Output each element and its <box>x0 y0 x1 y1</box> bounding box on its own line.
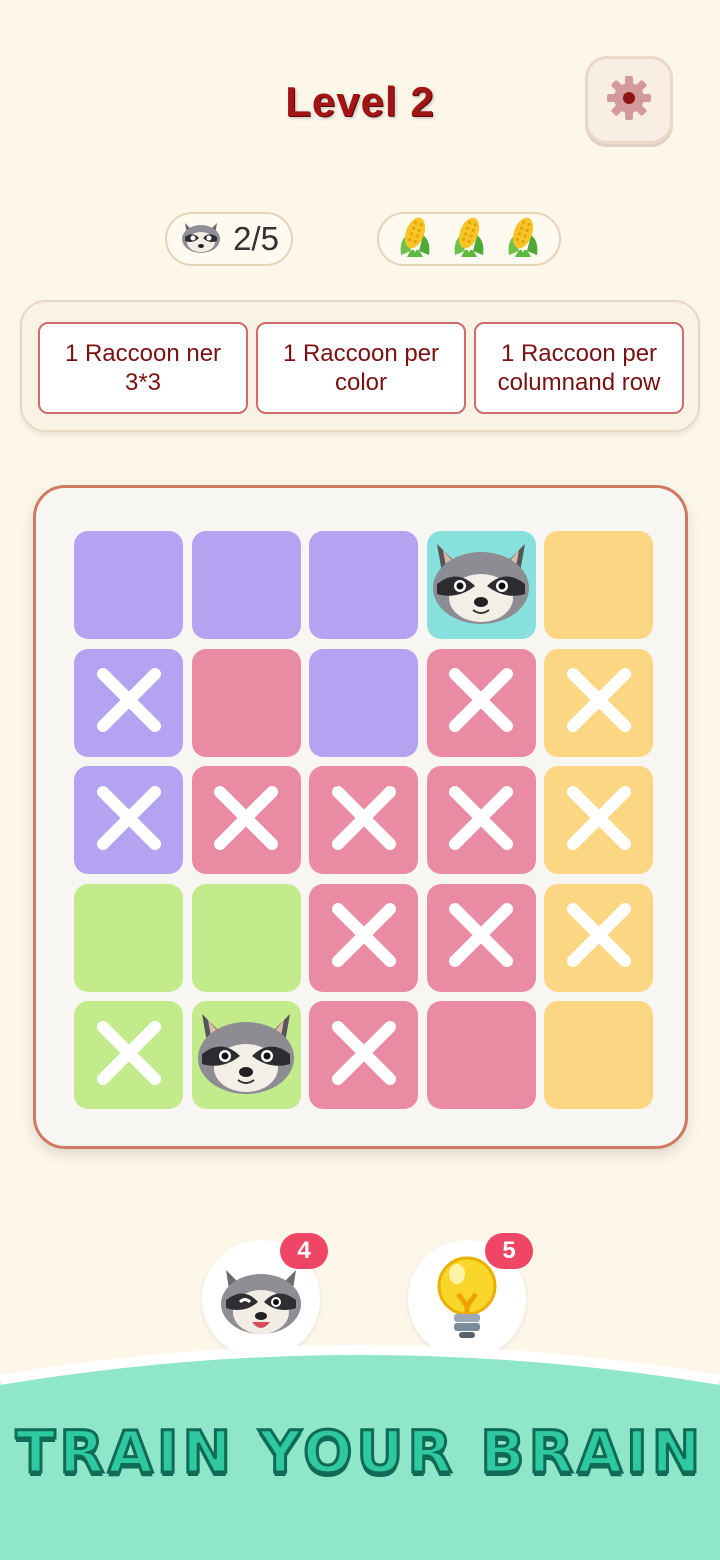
board-cell[interactable] <box>191 648 301 757</box>
raccoon-hint-count: 4 <box>280 1233 328 1269</box>
gear-icon <box>604 73 654 128</box>
progress-count: 2/5 <box>233 220 279 257</box>
raccoon-progress: 2/5 <box>165 212 293 266</box>
cross-mark-icon <box>91 662 167 743</box>
footer-tagline: TRAIN YOUR BRAIN <box>14 1417 705 1488</box>
board-cell[interactable] <box>74 766 183 874</box>
board-cell[interactable] <box>191 1001 301 1109</box>
board-cell[interactable] <box>309 648 418 757</box>
cross-mark-icon <box>443 662 519 743</box>
board-cell[interactable] <box>544 883 653 992</box>
cross-mark-icon <box>443 780 519 861</box>
rule-card: 1 Raccoon per columnand row <box>474 322 684 414</box>
board-cell[interactable] <box>74 531 183 639</box>
board-cell[interactable] <box>191 531 301 639</box>
board-cell[interactable] <box>426 1001 536 1109</box>
raccoon-icon <box>429 538 533 633</box>
board-cell[interactable] <box>309 1001 418 1109</box>
board-cell[interactable] <box>544 766 653 874</box>
board-cell[interactable] <box>426 766 536 874</box>
cross-mark-icon <box>561 897 637 978</box>
cross-mark-icon <box>561 662 637 743</box>
rules-panel: 1 Raccoon ner 3*3 1 Raccoon per color 1 … <box>20 300 700 432</box>
board-cell[interactable] <box>309 883 418 992</box>
board-cell[interactable] <box>544 531 653 639</box>
corn-icon <box>505 215 541 264</box>
corn-icon <box>451 215 487 264</box>
corn-icon <box>397 215 433 264</box>
board-cell[interactable] <box>544 1001 653 1109</box>
rule-card: 1 Raccoon ner 3*3 <box>38 322 248 414</box>
board-cell[interactable] <box>544 648 653 757</box>
board-cell[interactable] <box>191 766 301 874</box>
cross-mark-icon <box>326 897 402 978</box>
game-board <box>33 485 688 1149</box>
cross-mark-icon <box>208 780 284 861</box>
board-cell[interactable] <box>426 531 536 639</box>
board-cell[interactable] <box>74 883 183 992</box>
rule-card: 1 Raccoon per color <box>256 322 466 414</box>
board-cell[interactable] <box>426 648 536 757</box>
board-cell[interactable] <box>74 1001 183 1109</box>
board-cell[interactable] <box>191 883 301 992</box>
lightbulb-hint-count: 5 <box>485 1233 533 1269</box>
cross-mark-icon <box>326 780 402 861</box>
raccoon-icon <box>179 219 223 260</box>
raccoon-icon <box>194 1008 298 1103</box>
cross-mark-icon <box>91 1015 167 1096</box>
cross-mark-icon <box>443 897 519 978</box>
lives-indicator <box>377 212 561 266</box>
board-cell[interactable] <box>309 766 418 874</box>
settings-button[interactable] <box>585 56 673 144</box>
board-cell[interactable] <box>74 648 183 757</box>
board-cell[interactable] <box>426 883 536 992</box>
board-cell[interactable] <box>309 531 418 639</box>
cross-mark-icon <box>561 780 637 861</box>
cross-mark-icon <box>91 780 167 861</box>
cross-mark-icon <box>326 1015 402 1096</box>
